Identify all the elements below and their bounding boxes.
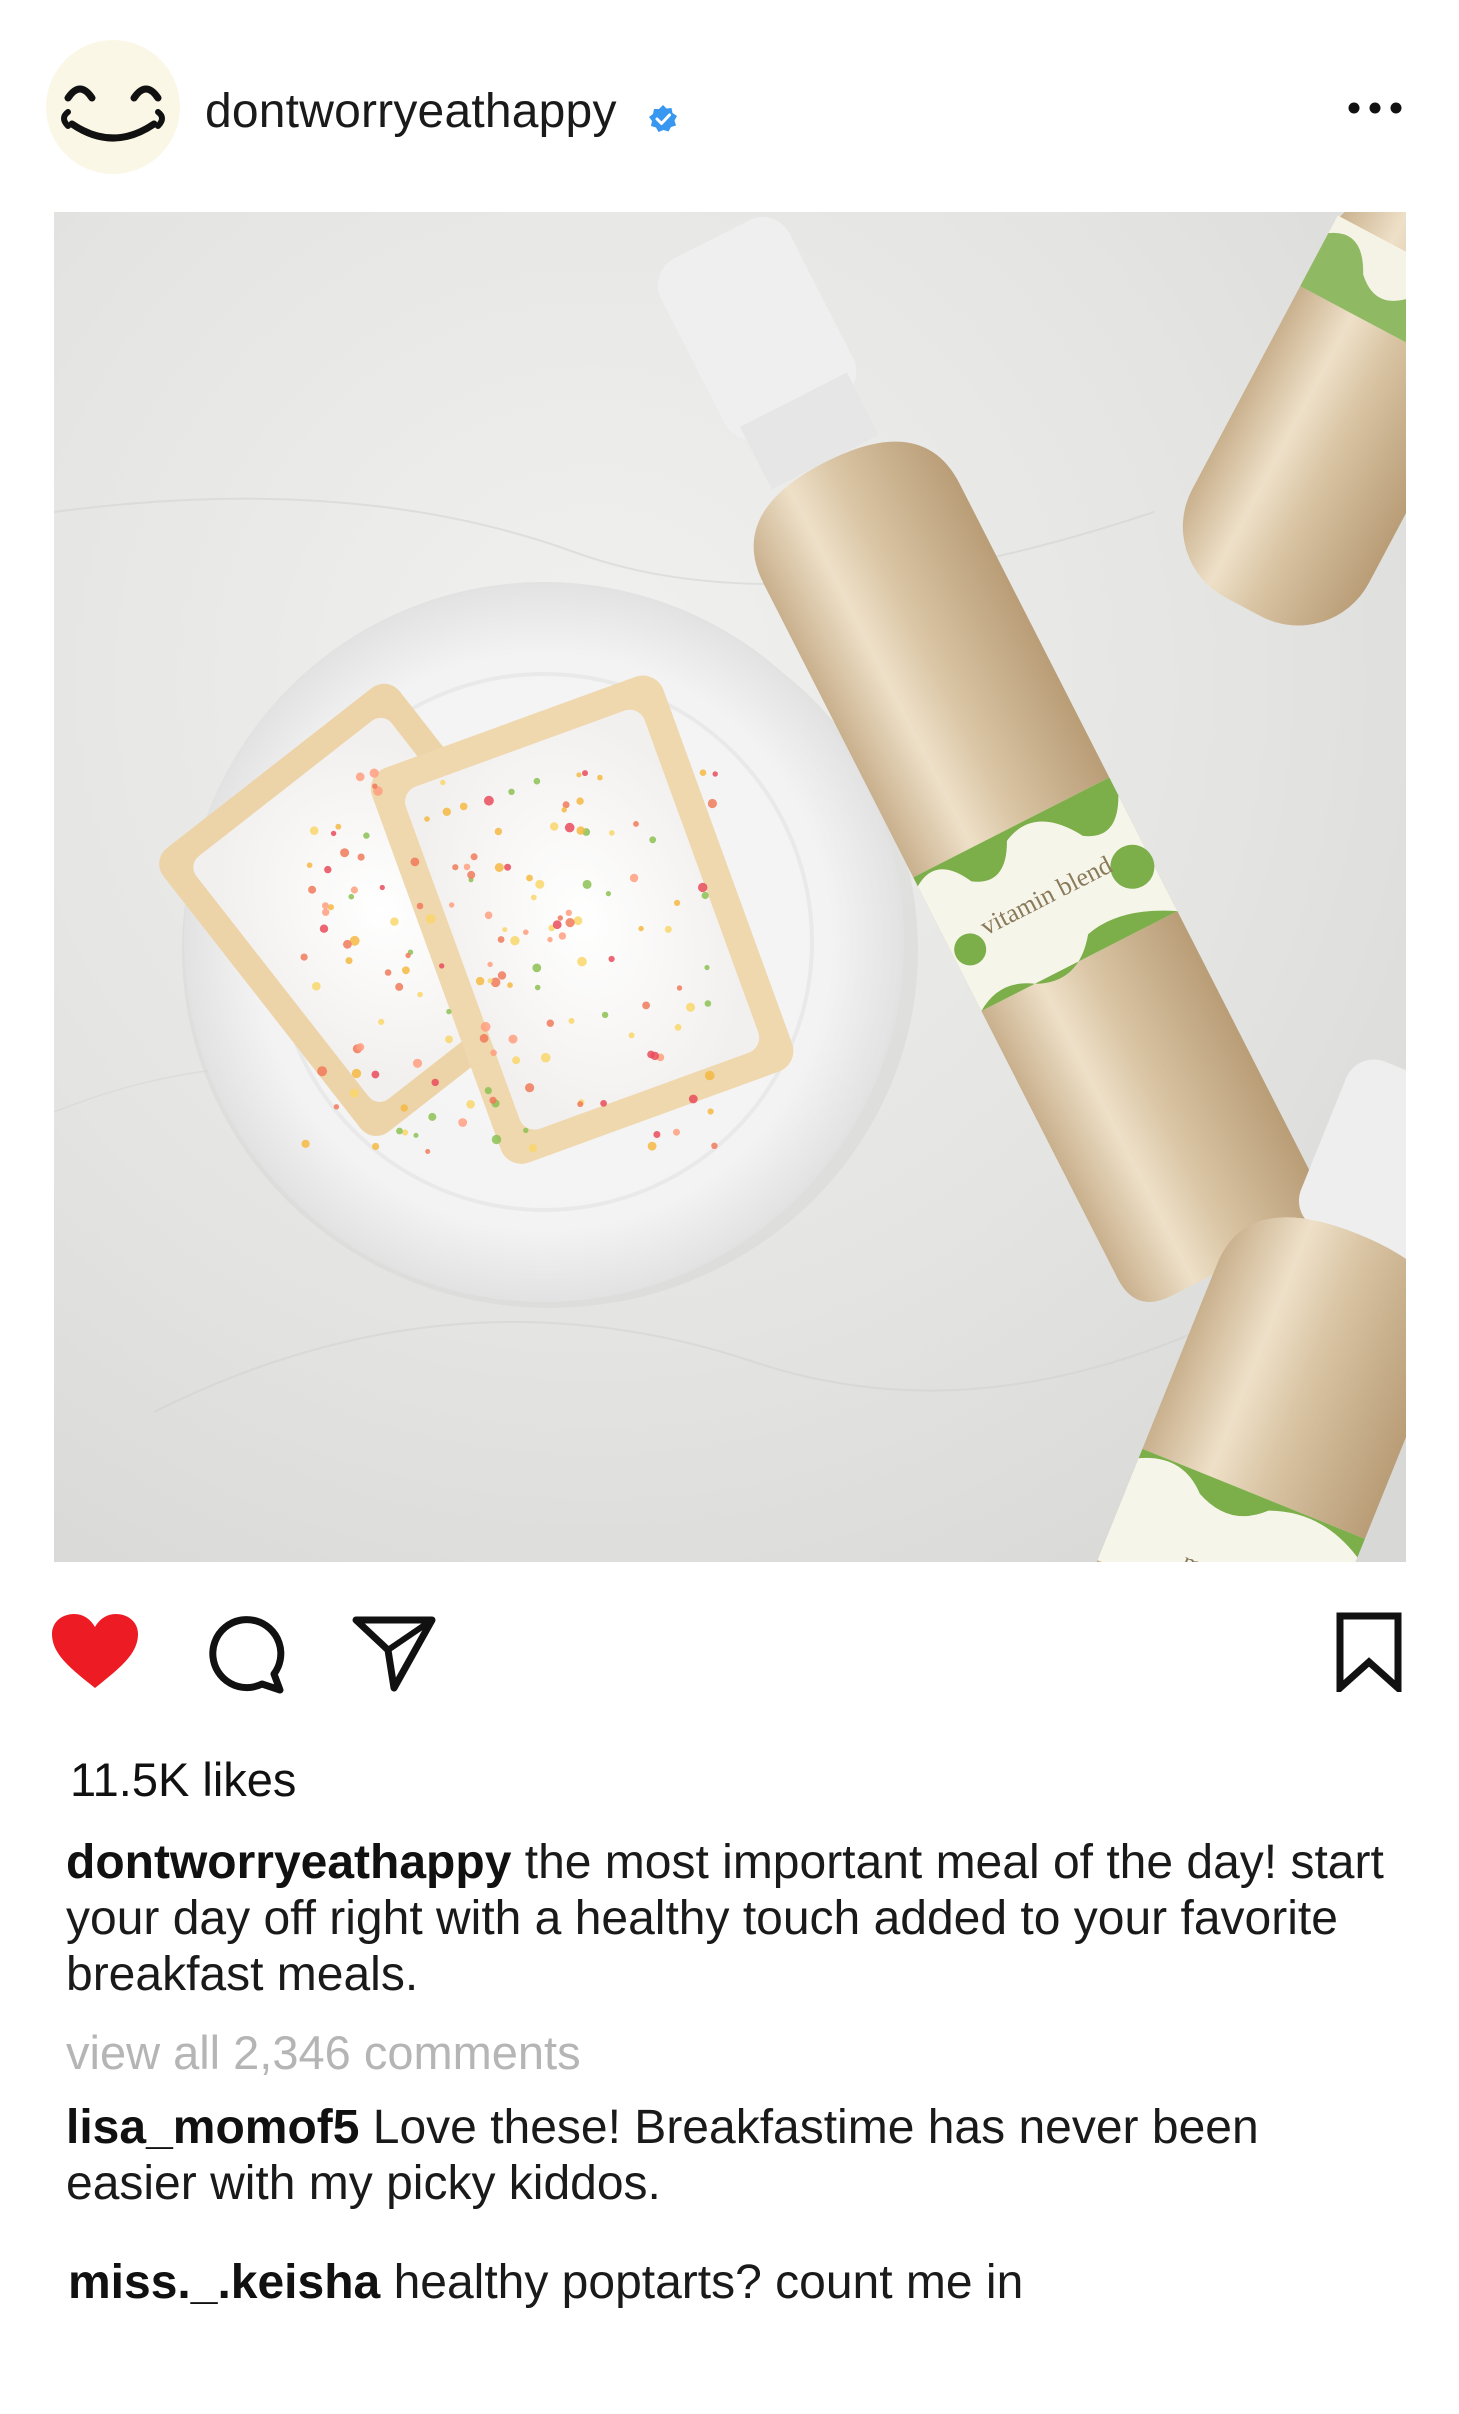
post-image[interactable]: vitamin blend mac: [54, 212, 1406, 1562]
share-button[interactable]: [352, 1612, 436, 1692]
comment-author[interactable]: miss._.keisha: [68, 2256, 380, 2309]
more-options-button[interactable]: [1340, 90, 1410, 126]
save-button[interactable]: [1334, 1612, 1404, 1696]
send-icon: [352, 1616, 436, 1692]
post-caption: dontworryeathappy the most important mea…: [66, 1835, 1386, 2003]
post-header: dontworryeathappy: [0, 0, 1459, 210]
verified-badge-icon: [649, 105, 677, 132]
product-photo: vitamin blend mac: [54, 212, 1406, 1562]
comment: lisa_momof5 Love these! Breakfastime has…: [66, 2100, 1386, 2212]
view-all-comments-link[interactable]: view all 2,346 comments: [66, 2025, 581, 2080]
comment-button[interactable]: [204, 1612, 286, 1694]
likes-count[interactable]: 11.5K likes: [70, 1752, 296, 1807]
like-button[interactable]: [50, 1612, 140, 1692]
more-options-icon: [1348, 102, 1402, 114]
post-action-bar: [0, 1600, 1459, 1696]
caption-author[interactable]: dontworryeathappy: [66, 1836, 511, 1889]
bookmark-icon: [1336, 1612, 1402, 1696]
heart-icon: [52, 1614, 138, 1688]
profile-avatar[interactable]: [46, 40, 180, 174]
comment: miss._.keisha healthy poptarts? count me…: [68, 2255, 1388, 2311]
smiling-face-icon: [61, 85, 165, 142]
comment-icon: [209, 1616, 285, 1694]
comment-author[interactable]: lisa_momof5: [66, 2101, 359, 2154]
post-username[interactable]: dontworryeathappy: [205, 84, 617, 139]
comment-text: healthy poptarts? count me in: [393, 2256, 1024, 2309]
